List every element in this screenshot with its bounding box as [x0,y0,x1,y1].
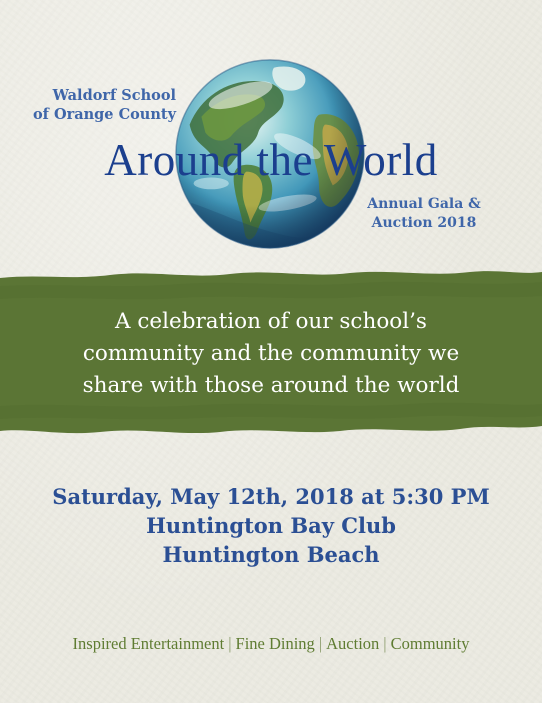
features-line: Inspired Entertainment | Fine Dining | Aucti… [0,633,542,655]
school-name-line2: of Orange County [33,106,176,123]
feature-separator: | [383,634,387,653]
school-name-line1: Waldorf School [52,87,176,104]
event-venue: Huntington Bay Club [146,513,396,538]
gala-line2: Auction 2018 [371,215,477,231]
tagline-line3: share with those around the world [82,373,460,398]
event-date-time: Saturday, May 12th, 2018 at 5:30 PM [52,484,490,509]
gala-line1: Annual Gala & [367,196,481,212]
gala-label: Annual Gala & Auction 2018 [356,195,492,233]
school-name: Waldorf School of Orange County [20,86,176,124]
event-title-text: Around the World [104,135,438,185]
feature-separator: | [318,634,323,653]
tagline-line1: A celebration of our school’s [115,309,427,334]
flyer-page: Waldorf School of Orange County Around t… [0,0,542,703]
feature-auction: Auction [326,634,380,653]
event-city: Huntington Beach [162,542,380,567]
tagline-line2: community and the community we [82,341,460,366]
feature-entertainment: Inspired Entertainment [72,634,225,653]
feature-community: Community [390,634,470,653]
event-details: Saturday, May 12th, 2018 at 5:30 PM Hunt… [0,482,542,569]
feature-fine-dining: Fine Dining [235,634,315,653]
tagline: A celebration of our school’s community … [0,306,542,402]
feature-separator: | [228,634,232,653]
event-title: Around the World [0,132,542,188]
